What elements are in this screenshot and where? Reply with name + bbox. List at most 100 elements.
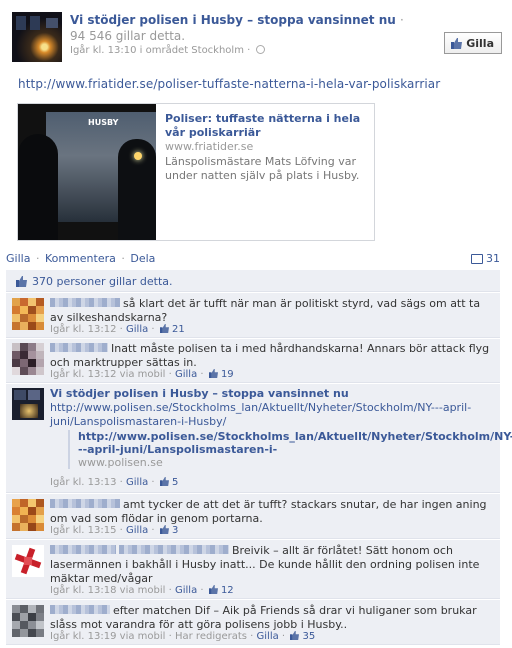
comment-count-value: 31 [486,252,500,265]
avatar[interactable] [12,605,44,637]
post-timestamp[interactable]: Igår kl. 13:10 i området Stockholm · [70,45,253,56]
comment-edited[interactable]: Har redigerats [175,631,247,642]
comment-likes-count: 21 [171,324,185,335]
station-sign: HUSBY [88,118,119,127]
comment-like-link[interactable]: Gilla [175,369,197,380]
comment-meta: Igår kl. 13:18 via mobil · Gilla · 12 [50,585,234,596]
post-meta: Igår kl. 13:10 i området Stockholm · [70,45,266,56]
thumbs-up-icon [451,37,463,49]
link-preview-domain: www.friatider.se [165,140,254,153]
thumbs-up-icon [208,369,218,378]
likers-row: 370 personer gillar detta. [6,269,500,292]
comment-text: amt tycker de att det är tufft? stackars… [50,498,494,526]
comment-meta: Igår kl. 13:12 · Gilla · 21 [50,324,185,335]
comment-like-link[interactable]: Gilla [257,631,279,642]
comment-url-link[interactable]: http://www.polisen.se/Stockholms_lan/Akt… [50,401,471,428]
comment-time[interactable]: Igår kl. 13:15 [50,525,116,536]
comment-via: via mobil [119,585,166,596]
comment-body: efter matchen Dif – Aik på Friends så dr… [50,604,477,631]
comment-meta: Igår kl. 13:15 · Gilla · 3 [50,525,179,536]
thumbs-up-icon [159,477,169,486]
comment-text: efter matchen Dif – Aik på Friends så dr… [50,604,494,632]
comment-likes-count: 5 [171,477,179,488]
comment-time[interactable]: Igår kl. 13:19 [50,631,116,642]
comment-feed: 370 personer gillar detta. så klart det … [6,269,512,645]
like-page-button[interactable]: Gilla [444,32,502,54]
globe-icon [256,45,266,54]
comment-meta: Igår kl. 13:13 · Gilla · 5 [50,477,179,488]
blurred-author[interactable] [50,343,108,352]
comment-text: Inatt måste polisen ta i med hårdhandska… [50,342,494,370]
thumbs-up-icon [290,631,300,640]
comment-likes-count: 3 [171,525,179,536]
comment-count[interactable]: 31 [471,252,500,265]
comment-likes[interactable]: 21 [158,324,185,335]
page-likes-count: 94 546 gillar detta. [70,29,186,43]
comment-row: Inatt måste polisen ta i med hårdhandska… [6,338,500,383]
comment-link-preview-domain: www.polisen.se [78,456,163,469]
comment-likes[interactable]: 35 [288,631,315,642]
like-page-label: Gilla [466,36,494,50]
flashlight [134,152,142,160]
comment-meta: Igår kl. 13:19 via mobil · Har redigerat… [50,631,316,642]
link-preview-title[interactable]: Poliser: tuffaste nätterna i hela vår po… [165,112,365,140]
thumbs-up-icon [159,324,169,333]
comment-likes[interactable]: 19 [207,369,234,380]
blurred-author[interactable] [50,545,116,554]
link-preview-description: Länspolismästare Mats Löfving var under … [165,155,360,182]
comment-likes-count: 35 [302,631,316,642]
comment-time[interactable]: Igår kl. 13:18 [50,585,116,596]
post-url-link[interactable]: http://www.friatider.se/poliser-tuffaste… [18,77,440,91]
page-avatar[interactable] [12,388,44,420]
comment-like-link[interactable]: Gilla [175,585,197,596]
comment-link[interactable]: Kommentera [45,252,116,265]
blurred-author[interactable] [50,499,120,508]
comment-likes[interactable]: 12 [207,585,234,596]
comment-body: Inatt måste polisen ta i med hårdhandska… [50,342,490,369]
comment-like-link[interactable]: Gilla [126,477,148,488]
comment-likes[interactable]: 3 [158,525,179,536]
comment-text: Breivik – allt är förlåtet! Sätt honom o… [50,544,494,586]
avatar[interactable] [12,343,44,375]
post-header: Vi stödjer polisen i Husby – stoppa vans… [12,12,502,62]
comment-time[interactable]: Igår kl. 13:13 [50,477,116,488]
comment-likes[interactable]: 5 [158,477,179,488]
comment-icon [471,253,483,264]
comment-link-preview-title[interactable]: http://www.polisen.se/Stockholms_lan/Akt… [78,430,512,456]
page-avatar[interactable] [12,12,62,62]
separator: · [121,252,125,265]
comment-like-link[interactable]: Gilla [126,324,148,335]
link-preview-image[interactable]: HUSBY [18,104,156,240]
comment-like-link[interactable]: Gilla [126,525,148,536]
blurred-author [119,545,229,554]
likers-link[interactable]: 370 personer gillar detta. [32,275,173,288]
comment-row: Breivik – allt är förlåtet! Sätt honom o… [6,539,500,599]
comment-time[interactable]: Igår kl. 13:12 [50,324,116,335]
thumbs-up-icon [159,525,169,534]
comment-text: så klart det är tufft när man är politis… [50,297,494,325]
avatar[interactable] [12,545,44,577]
blurred-author[interactable] [50,605,110,614]
comment-row: Vi stödjer polisen i Husby – stoppa vans… [6,383,512,493]
comment-time[interactable]: Igår kl. 13:12 [50,369,116,380]
share-link[interactable]: Dela [130,252,155,265]
separator: · [35,252,40,265]
thumbs-up-icon [208,585,218,594]
thumbs-up-icon [16,276,27,287]
comment-likes-count: 12 [220,585,234,596]
officer-silhouette [18,134,58,240]
comment-author[interactable]: Vi stödjer polisen i Husby – stoppa vans… [50,387,349,400]
comment-link-preview[interactable]: http://www.polisen.se/Stockholms_lan/Akt… [68,430,512,469]
comment-row: amt tycker de att det är tufft? stackars… [6,493,500,539]
blurred-author[interactable] [50,298,120,307]
comment-row: så klart det är tufft när man är politis… [6,292,500,338]
link-preview-card[interactable]: HUSBY Poliser: tuffaste nätterna i hela … [17,103,375,241]
comment-row: efter matchen Dif – Aik på Friends så dr… [6,599,500,645]
like-post-link[interactable]: Gilla [6,252,30,265]
page-name-link[interactable]: Vi stödjer polisen i Husby – stoppa vans… [70,13,396,27]
page-title[interactable]: Vi stödjer polisen i Husby – stoppa vans… [70,13,404,27]
title-separator: · [400,13,404,27]
avatar[interactable] [12,499,44,531]
avatar[interactable] [12,298,44,330]
comment-likes-count: 19 [220,369,234,380]
